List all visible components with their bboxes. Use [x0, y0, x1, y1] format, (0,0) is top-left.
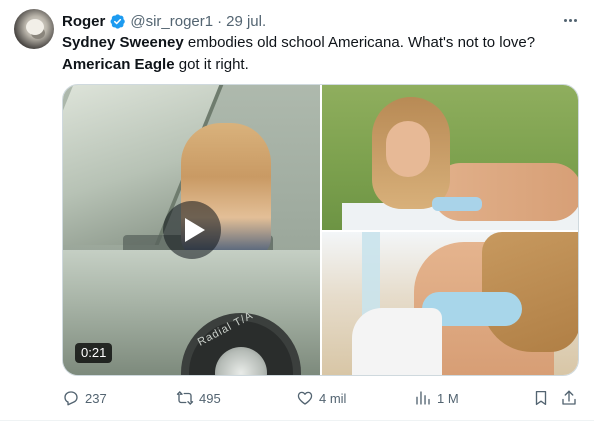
author-name[interactable]: Roger	[62, 13, 105, 30]
repost-button[interactable]: 495	[176, 388, 221, 408]
reply-button[interactable]: 237	[62, 388, 107, 408]
photo-beach[interactable]	[322, 232, 578, 375]
mention-sydney-sweeney: Sydney Sweeney	[62, 34, 184, 51]
media-grid: Radial T/A 0:21	[62, 84, 579, 376]
photo-swimsuit	[432, 197, 482, 211]
verified-badge-icon	[109, 13, 126, 30]
reply-icon	[64, 391, 78, 406]
repost-count: 495	[199, 390, 221, 406]
photo-shirt	[352, 308, 442, 375]
header-separator: ·	[217, 12, 223, 30]
action-bar: 237 495 4 mil 1 M	[62, 388, 582, 408]
more-dots-icon[interactable]	[560, 12, 580, 28]
share-icon	[562, 390, 576, 405]
reply-count: 237	[85, 390, 107, 406]
bookmark-icon	[535, 390, 547, 406]
tweet-header: Roger @sir_roger1 · 29 jul.	[62, 11, 266, 31]
photo-body	[432, 163, 578, 221]
video-duration: 0:21	[75, 343, 113, 363]
tweet-text-line2: got it right.	[174, 56, 249, 73]
views-count: 1 M	[437, 390, 459, 406]
bookmark-button[interactable]	[532, 388, 550, 408]
avatar[interactable]	[14, 9, 54, 49]
views-chart-icon	[416, 391, 430, 405]
repost-icon	[176, 391, 194, 405]
photo-grass[interactable]	[322, 85, 578, 230]
video-thumbnail[interactable]: Radial T/A 0:21	[63, 85, 320, 375]
like-count: 4 mil	[319, 390, 347, 406]
mention-american-eagle: American Eagle	[62, 56, 175, 73]
play-icon[interactable]	[163, 201, 221, 259]
tweet-date[interactable]: 29 jul.	[226, 13, 266, 30]
tweet-text-line1: embodies old school Americana. What's no…	[183, 34, 536, 51]
heart-icon	[297, 391, 313, 405]
tweet-card[interactable]: Roger @sir_roger1 · 29 jul. Sydney Sween…	[0, 0, 594, 421]
tweet-text: Sydney Sweeney embodies old school Ameri…	[62, 32, 572, 76]
share-button[interactable]	[560, 388, 578, 408]
views-button[interactable]: 1 M	[414, 388, 459, 408]
author-handle[interactable]: @sir_roger1	[130, 13, 213, 30]
like-button[interactable]: 4 mil	[296, 388, 346, 408]
photo-face	[386, 121, 430, 177]
